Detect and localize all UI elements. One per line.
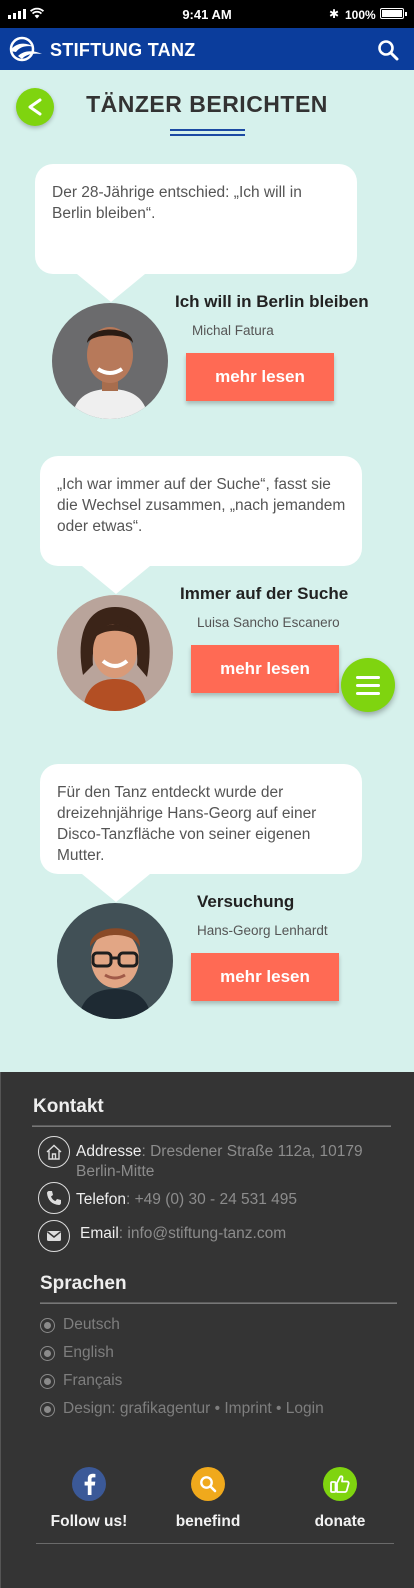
avatar — [57, 595, 173, 711]
divider — [40, 1302, 397, 1304]
brand-name[interactable]: STIFTUNG TANZ — [50, 40, 196, 61]
portrait-image — [52, 303, 168, 419]
title-underline — [170, 129, 245, 131]
story-quote: „Ich war immer auf der Suche“, fasst sie… — [57, 476, 346, 535]
email-value[interactable]: : info@stiftung-tanz.com — [119, 1225, 286, 1242]
mail-icon — [38, 1220, 70, 1252]
divider — [32, 1125, 391, 1127]
story-author: Luisa Sancho Escanero — [197, 615, 340, 630]
read-more-button[interactable]: mehr lesen — [191, 645, 339, 693]
search-icon — [191, 1467, 225, 1501]
address-text: Addresse: Dresdener Straße 112a, 10179 B… — [76, 1142, 376, 1182]
benefind-label: benefind — [175, 1513, 241, 1530]
read-more-button[interactable]: mehr lesen — [186, 353, 334, 401]
facebook-icon — [72, 1467, 106, 1501]
story-author: Hans-Georg Lenhardt — [197, 923, 328, 938]
avatar — [57, 903, 173, 1019]
portrait-image — [57, 595, 173, 711]
bluetooth-icon: ✱ — [329, 7, 340, 21]
footer-links[interactable]: Design: grafikagentur • Imprint • Login — [40, 1400, 324, 1418]
language-option-francais[interactable]: Français — [40, 1372, 122, 1390]
language-option-english[interactable]: English — [40, 1344, 114, 1362]
phone-icon — [38, 1182, 70, 1214]
avatar — [52, 303, 168, 419]
status-bar: 9:41 AM ✱ 100% — [0, 0, 414, 28]
radio-icon — [40, 1401, 55, 1417]
menu-button[interactable] — [341, 658, 395, 712]
story-quote: Für den Tanz entdeckt wurde der dreizehn… — [57, 784, 317, 864]
battery-icon — [380, 8, 407, 19]
story-quote: Der 28-Jährige entschied: „Ich will in B… — [52, 184, 302, 222]
story-title[interactable]: Immer auf der Suche — [180, 584, 348, 604]
logo-icon[interactable] — [8, 36, 44, 62]
languages-heading: Sprachen — [40, 1273, 127, 1294]
thumbs-up-icon — [323, 1467, 357, 1501]
story-author: Michal Fatura — [192, 323, 274, 338]
language-label: Français — [63, 1372, 123, 1389]
search-icon[interactable] — [376, 38, 400, 62]
benefind-button[interactable]: benefind — [158, 1467, 258, 1531]
story-title[interactable]: Ich will in Berlin bleiben — [175, 292, 369, 312]
divider — [36, 1543, 394, 1544]
footer-links-label[interactable]: Design: grafikagentur • Imprint • Login — [63, 1400, 324, 1418]
contact-heading: Kontakt — [33, 1096, 104, 1117]
language-option-deutsch[interactable]: Deutsch — [40, 1316, 120, 1334]
email-text[interactable]: Email: info@stiftung-tanz.com — [80, 1224, 380, 1244]
radio-icon — [40, 1345, 55, 1361]
app-header: STIFTUNG TANZ — [0, 28, 414, 70]
title-underline-2 — [170, 134, 245, 136]
battery-percent: 100% — [345, 8, 376, 22]
language-label: Deutsch — [63, 1316, 120, 1333]
donate-button[interactable]: donate — [290, 1467, 390, 1531]
address-label: Addresse — [76, 1143, 142, 1160]
phone-value[interactable]: : +49 (0) 30 - 24 531 495 — [126, 1191, 297, 1208]
quote-bubble: Der 28-Jährige entschied: „Ich will in B… — [35, 164, 357, 302]
read-more-button[interactable]: mehr lesen — [191, 953, 339, 1001]
quote-bubble: Für den Tanz entdeckt wurde der dreizehn… — [40, 764, 362, 902]
hamburger-icon — [356, 675, 380, 679]
follow-us-label: Follow us! — [50, 1513, 128, 1530]
page-title: TÄNZER BERICHTEN — [86, 91, 328, 117]
phone-label: Telefon — [76, 1191, 126, 1208]
follow-us-button[interactable]: Follow us! — [39, 1467, 139, 1531]
radio-icon — [40, 1373, 55, 1389]
email-label: Email — [80, 1225, 119, 1242]
quote-bubble: „Ich war immer auf der Suche“, fasst sie… — [40, 456, 362, 594]
home-icon — [38, 1136, 70, 1168]
language-label: English — [63, 1344, 114, 1361]
donate-label: donate — [314, 1513, 366, 1530]
phone-text[interactable]: Telefon: +49 (0) 30 - 24 531 495 — [76, 1190, 376, 1210]
radio-icon — [40, 1317, 55, 1333]
story-title[interactable]: Versuchung — [197, 892, 294, 912]
portrait-image — [57, 903, 173, 1019]
